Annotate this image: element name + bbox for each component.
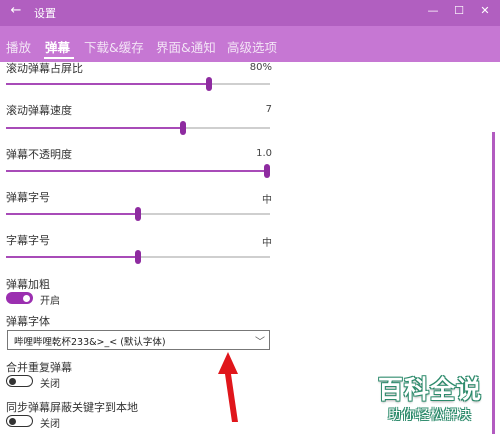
watermark-sub-text: 助你轻松解决 [387,408,472,423]
red-arrow-annotation [218,352,238,422]
watermark-logo: 百科全说 助你轻松解决 [368,370,492,428]
watermark-main-text: 百科全说 [377,375,482,404]
arrow-up-icon [218,352,238,422]
